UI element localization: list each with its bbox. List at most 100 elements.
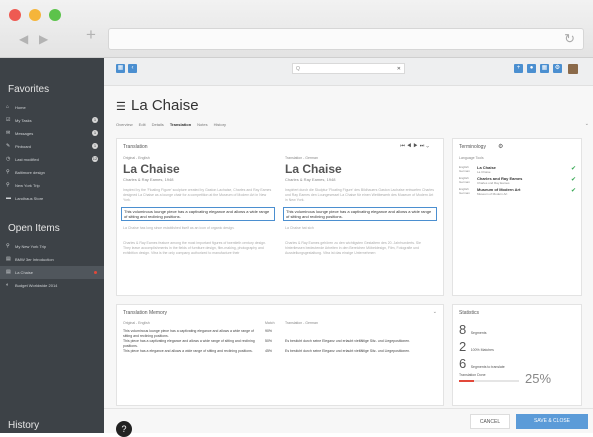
gear-icon[interactable]: ⚙ (498, 143, 503, 150)
tab-details[interactable]: Details (152, 122, 164, 127)
tab-translation[interactable]: Translation (170, 122, 191, 127)
clock-icon: ◷ (6, 156, 11, 162)
sidebar-item-label: Messages (15, 131, 34, 136)
favorites-heading: Favorites (8, 84, 50, 95)
search-input[interactable]: Q ✕ (292, 63, 405, 74)
matches-stat: 2 100% Matches (459, 338, 494, 356)
grid-icon[interactable]: ▦ (116, 64, 125, 73)
sidebar-item-label: Budget Worldwide 2014 (15, 283, 58, 288)
sidebar-item-label: New York Trip (15, 183, 40, 188)
back-arrow-icon[interactable]: ‹ (128, 64, 137, 73)
sidebar-item-my-tasks[interactable]: ☑ My Tasks 1 (0, 114, 104, 127)
tab-notes[interactable]: Notes (197, 122, 207, 127)
target-subtitle: Charles & Ray Eames, 1948 (285, 177, 336, 182)
cancel-button[interactable]: CANCEL (470, 414, 510, 429)
sidebar-item-pinboard[interactable]: ✎ Pinboard 1 (0, 140, 104, 153)
term-translation: Charles und Ray Eames (477, 181, 510, 185)
count-badge: 12 (92, 156, 98, 162)
tab-overview[interactable]: Overview (116, 122, 133, 127)
memory-source-header: Original - English (123, 321, 150, 325)
source-language-label: Original - English (123, 156, 150, 160)
minimize-window-button[interactable] (29, 9, 41, 21)
to-translate-stat: 6 Segments to translate (459, 355, 505, 373)
save-close-button[interactable]: SAVE & CLOSE (516, 414, 588, 429)
memory-match-header: Match (265, 321, 275, 325)
segments-count: 8 (459, 322, 467, 337)
translation-progress-fill (459, 380, 474, 382)
more-icon[interactable]: ⌄ (426, 143, 431, 149)
sidebar-item-my-new-york-trip[interactable]: ⚲ My New York Trip (0, 240, 104, 253)
add-icon[interactable]: + (514, 64, 523, 73)
history-heading: History (8, 420, 40, 431)
sidebar-item-new-york-trip[interactable]: ⚲ New York Trip (0, 179, 104, 192)
grid-view-icon[interactable]: ▦ (540, 64, 549, 73)
memory-target[interactable]: Es besticht durch seine Eleganz und erla… (285, 349, 435, 354)
open-items-list: ⚲ My New York Trip ▤ BMW 3er Introduction ▤ L… (0, 240, 104, 292)
document-icon: ▤ (6, 256, 11, 262)
memory-source[interactable]: This piece has a captivating elegance an… (123, 339, 261, 348)
segments-label: Segments (470, 331, 487, 335)
address-bar[interactable]: ↻ (108, 28, 584, 50)
avatar[interactable] (568, 64, 578, 74)
memory-source[interactable]: This voluminous lounge piece has a capti… (123, 329, 261, 338)
term-translation: Museum of Modern Art (477, 192, 508, 196)
folder-icon: ▬ (6, 195, 11, 201)
target-active-segment[interactable]: This voluminous lounge piece has a capti… (283, 207, 437, 221)
tab-history[interactable]: History (214, 122, 226, 127)
search-icon: ⚲ (6, 169, 10, 175)
document-icon: ▤ (6, 269, 11, 275)
check-icon: ✔ (571, 177, 577, 183)
help-icon[interactable]: ? (116, 421, 132, 437)
collapse-icon[interactable]: ⌄ (585, 121, 589, 127)
terminology-subtitle: Language Tools (459, 156, 484, 160)
tab-edit[interactable]: Edit (139, 122, 146, 127)
home-icon: ⌂ (6, 104, 10, 110)
page-tabs: Overview Edit Details Translation Notes Histo… (116, 122, 232, 127)
matches-label: 100% Matches (470, 348, 494, 352)
chevron-down-icon[interactable]: ⌄ (433, 309, 437, 315)
sidebar-item-budget-worldwide-2014[interactable]: ◐ Budget Worldwide 2014 (0, 279, 104, 292)
term-target-language: German (459, 180, 470, 184)
clear-search-icon[interactable]: ✕ (397, 64, 401, 74)
memory-panel-title: Translation Memory (123, 310, 167, 316)
sidebar-item-la-chaise[interactable]: ▤ La Chaise (0, 266, 104, 279)
reload-icon[interactable]: ↻ (564, 31, 575, 47)
memory-match: 50% (265, 339, 273, 343)
maximize-window-button[interactable] (49, 9, 61, 21)
sidebar-item-label: Baltimore design (15, 170, 45, 175)
top-toolbar: ▦ ‹ Q ✕ + ● ▦ ⚙ (104, 58, 593, 86)
sidebar-item-label: La Chaise (15, 270, 34, 275)
statistics-panel: Statistics 8 Segments 2 100% Matches 6 S… (452, 304, 582, 406)
check-icon: ✔ (571, 188, 577, 194)
sidebar-item-label: Home (15, 105, 26, 110)
main-content: ☰ La Chaise Overview Edit Details Translati… (104, 86, 593, 433)
count-badge: 1 (92, 130, 98, 136)
memory-target[interactable]: Es besticht durch seine Eleganz und erla… (285, 339, 435, 344)
sidebar-item-label: Pinboard (15, 144, 32, 149)
close-window-button[interactable] (9, 9, 21, 21)
translation-panel: Translation ⏮◀▶⏭⌄ Original - English Tra… (116, 138, 444, 296)
back-icon[interactable]: ◀ (19, 32, 28, 46)
open-items-heading: Open Items (8, 223, 60, 234)
chat-icon[interactable]: ● (527, 64, 536, 73)
sidebar-item-messages[interactable]: ✉ Messages 1 (0, 127, 104, 140)
memory-match: 90% (265, 329, 273, 333)
settings-icon[interactable]: ⚙ (553, 64, 562, 73)
source-active-segment[interactable]: This voluminous lounge piece has a capti… (121, 207, 275, 221)
target-paragraph-2: Charles & Ray Eames gehören zu den wicht… (285, 241, 421, 255)
favorites-list: ⌂ Home ☑ My Tasks 1 ✉ Messages 1 ✎ Pinboard 1 ◷ Last… (0, 101, 104, 205)
forward-icon[interactable]: ▶ (39, 32, 48, 46)
target-title: La Chaise (285, 162, 342, 176)
pin-icon: ✎ (6, 143, 11, 149)
memory-source[interactable]: This piece has a elegance and allows a w… (123, 349, 261, 354)
sidebar-item-baltimore-design[interactable]: ⚲ Baltimore design (0, 166, 104, 179)
sidebar-item-last-modified[interactable]: ◷ Last modified 12 (0, 153, 104, 166)
close-dot-icon[interactable] (94, 271, 97, 274)
sidebar-item-landhaus-store[interactable]: ▬ Landhaus Store (0, 192, 104, 205)
term-target-language: German (459, 169, 470, 173)
new-tab-icon[interactable]: + (86, 26, 96, 43)
count-badge: 1 (92, 117, 98, 123)
sidebar-item-bmw-3er-introduction[interactable]: ▤ BMW 3er Introduction (0, 253, 104, 266)
sidebar-item-home[interactable]: ⌂ Home (0, 101, 104, 114)
sidebar-item-label: Landhaus Store (15, 196, 44, 201)
